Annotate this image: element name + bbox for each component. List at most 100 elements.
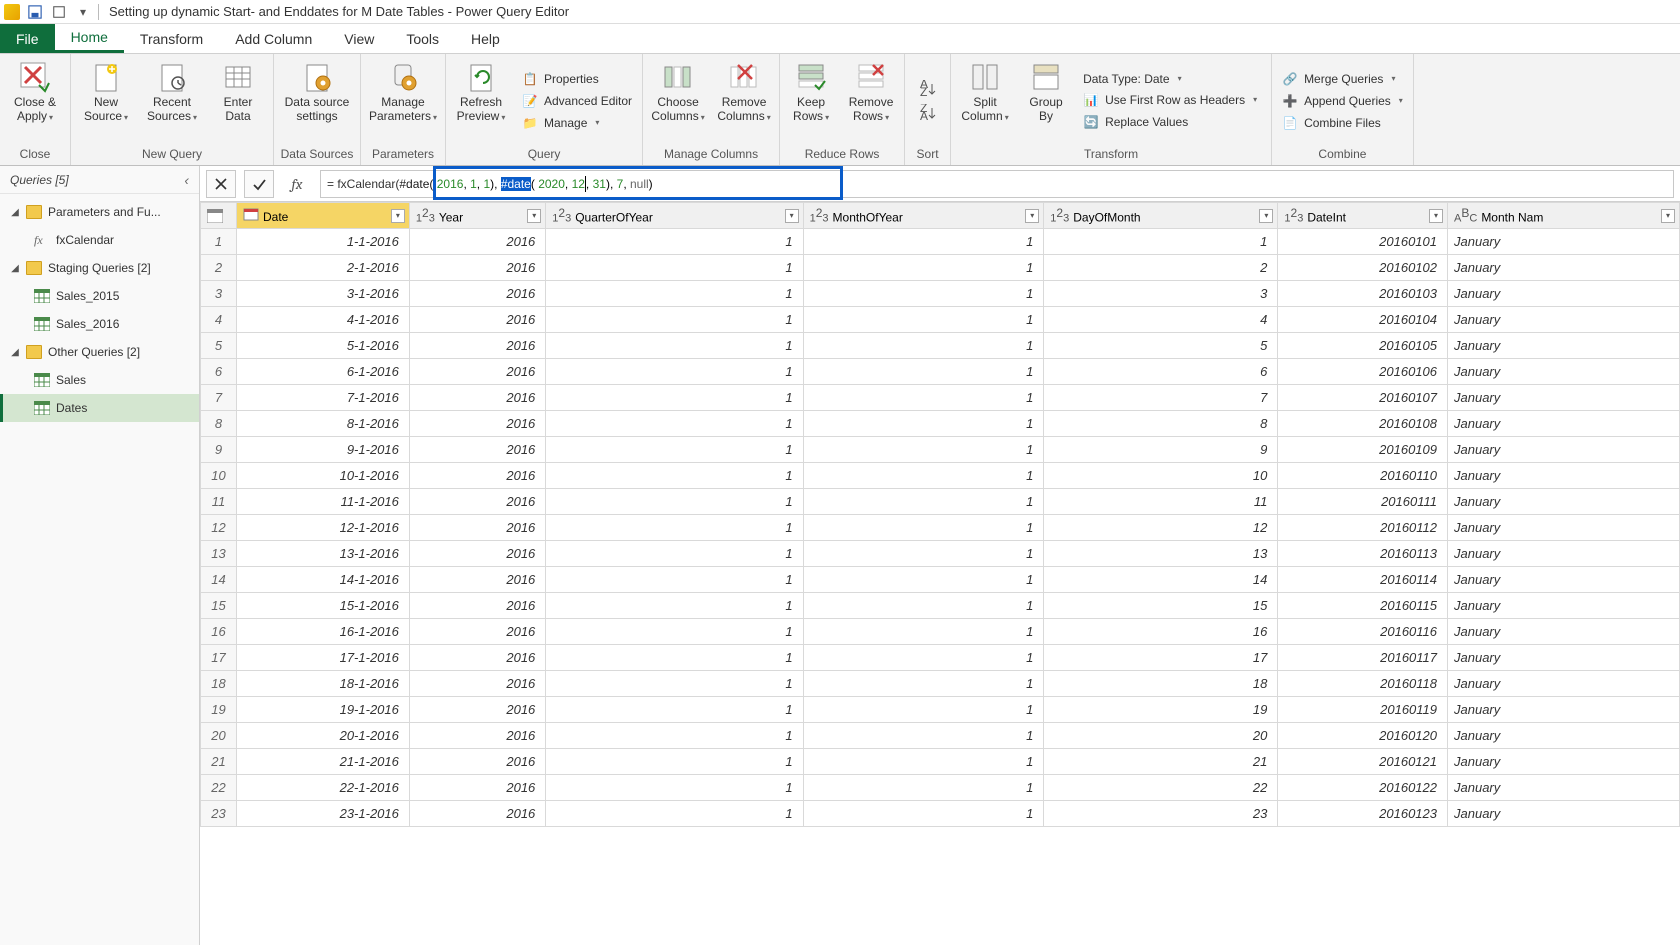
collapse-queries-icon[interactable]: ‹ xyxy=(184,172,189,188)
table-row[interactable]: 1111-1-20162016111120160111January xyxy=(201,489,1680,515)
row-number[interactable]: 19 xyxy=(201,697,237,723)
manage-parameters-button[interactable]: Manage Parameters▾ xyxy=(365,56,441,145)
enter-data-button[interactable]: Enter Data xyxy=(207,56,269,145)
remove-rows-button[interactable]: Remove Rows▾ xyxy=(842,56,900,145)
filter-icon[interactable]: ▾ xyxy=(391,209,405,223)
first-row-headers-button[interactable]: 📊Use First Row as Headers▾ xyxy=(1081,91,1263,109)
tree-item-sales_2016[interactable]: Sales_2016 xyxy=(0,310,199,338)
row-number[interactable]: 1 xyxy=(201,229,237,255)
row-number[interactable]: 3 xyxy=(201,281,237,307)
table-row[interactable]: 1414-1-20162016111420160114January xyxy=(201,567,1680,593)
row-number[interactable]: 16 xyxy=(201,619,237,645)
sort-asc-button[interactable]: AZ xyxy=(916,78,940,100)
table-row[interactable]: 88-1-2016201611820160108January xyxy=(201,411,1680,437)
tree-item-sales[interactable]: Sales xyxy=(0,366,199,394)
row-number[interactable]: 2 xyxy=(201,255,237,281)
data-grid[interactable]: Date▾123Year▾123QuarterOfYear▾123MonthOf… xyxy=(200,202,1680,945)
sort-desc-button[interactable]: ZA xyxy=(916,102,940,124)
tree-item-dates[interactable]: Dates xyxy=(0,394,199,422)
tree-group[interactable]: ◢Other Queries [2] xyxy=(0,338,199,366)
tree-group[interactable]: ◢Staging Queries [2] xyxy=(0,254,199,282)
table-row[interactable]: 44-1-2016201611420160104January xyxy=(201,307,1680,333)
table-row[interactable]: 2323-1-20162016112320160123January xyxy=(201,801,1680,827)
tab-transform[interactable]: Transform xyxy=(124,24,219,53)
column-header-dateint[interactable]: 123DateInt▾ xyxy=(1278,203,1448,229)
tree-item-sales_2015[interactable]: Sales_2015 xyxy=(0,282,199,310)
tab-file[interactable]: File xyxy=(0,24,55,53)
table-row[interactable]: 22-1-2016201611220160102January xyxy=(201,255,1680,281)
tab-view[interactable]: View xyxy=(328,24,390,53)
save-icon[interactable] xyxy=(26,3,44,21)
recent-sources-button[interactable]: Recent Sources▾ xyxy=(141,56,203,145)
row-number[interactable]: 12 xyxy=(201,515,237,541)
table-row[interactable]: 1717-1-20162016111720160117January xyxy=(201,645,1680,671)
row-number[interactable]: 6 xyxy=(201,359,237,385)
type-icon[interactable]: 123 xyxy=(1284,206,1303,225)
data-source-settings-button[interactable]: Data source settings xyxy=(278,56,356,145)
choose-columns-button[interactable]: Choose Columns▾ xyxy=(647,56,709,145)
filter-icon[interactable]: ▾ xyxy=(1025,209,1039,223)
tab-tools[interactable]: Tools xyxy=(390,24,455,53)
split-column-button[interactable]: Split Column▾ xyxy=(955,56,1015,145)
tree-item-fxcalendar[interactable]: fxfxCalendar xyxy=(0,226,199,254)
row-number[interactable]: 5 xyxy=(201,333,237,359)
filter-icon[interactable]: ▾ xyxy=(785,209,799,223)
group-by-button[interactable]: Group By xyxy=(1019,56,1073,145)
row-number[interactable]: 11 xyxy=(201,489,237,515)
undo-icon[interactable] xyxy=(50,3,68,21)
row-number[interactable]: 22 xyxy=(201,775,237,801)
row-number[interactable]: 14 xyxy=(201,567,237,593)
table-row[interactable]: 33-1-2016201611320160103January xyxy=(201,281,1680,307)
column-header-month nam[interactable]: ABCMonth Nam▾ xyxy=(1448,203,1680,229)
type-icon[interactable]: 123 xyxy=(810,206,829,225)
table-row[interactable]: 1212-1-20162016111220160112January xyxy=(201,515,1680,541)
merge-queries-button[interactable]: 🔗Merge Queries▾ xyxy=(1280,70,1405,88)
filter-icon[interactable]: ▾ xyxy=(1429,209,1443,223)
tab-home[interactable]: Home xyxy=(55,24,124,53)
refresh-preview-button[interactable]: Refresh Preview▾ xyxy=(450,56,512,145)
table-row[interactable]: 77-1-2016201611720160107January xyxy=(201,385,1680,411)
advanced-editor-button[interactable]: 📝Advanced Editor xyxy=(520,92,634,110)
table-row[interactable]: 99-1-2016201611920160109January xyxy=(201,437,1680,463)
type-icon[interactable] xyxy=(243,207,259,221)
combine-files-button[interactable]: 📄Combine Files xyxy=(1280,114,1405,132)
row-number[interactable]: 9 xyxy=(201,437,237,463)
new-source-button[interactable]: New Source▾ xyxy=(75,56,137,145)
table-row[interactable]: 2222-1-20162016112220160122January xyxy=(201,775,1680,801)
row-number[interactable]: 23 xyxy=(201,801,237,827)
remove-columns-button[interactable]: Remove Columns▾ xyxy=(713,56,775,145)
column-header-date[interactable]: Date▾ xyxy=(237,203,410,229)
table-row[interactable]: 1818-1-20162016111820160118January xyxy=(201,671,1680,697)
column-header-year[interactable]: 123Year▾ xyxy=(409,203,545,229)
column-header-monthofyear[interactable]: 123MonthOfYear▾ xyxy=(803,203,1044,229)
table-row[interactable]: 2020-1-20162016112020160120January xyxy=(201,723,1680,749)
type-icon[interactable]: 123 xyxy=(416,206,435,225)
properties-button[interactable]: 📋Properties xyxy=(520,70,634,88)
type-icon[interactable]: 123 xyxy=(1050,206,1069,225)
table-row[interactable]: 11-1-2016201611120160101January xyxy=(201,229,1680,255)
tree-group[interactable]: ◢Parameters and Fu... xyxy=(0,198,199,226)
formula-input[interactable]: = fxCalendar( #date( 2016 , 1 , 1 ), #da… xyxy=(320,170,1674,198)
tab-add-column[interactable]: Add Column xyxy=(219,24,328,53)
row-number[interactable]: 7 xyxy=(201,385,237,411)
table-menu-button[interactable] xyxy=(201,203,237,229)
tab-help[interactable]: Help xyxy=(455,24,516,53)
row-number[interactable]: 4 xyxy=(201,307,237,333)
row-number[interactable]: 17 xyxy=(201,645,237,671)
filter-icon[interactable]: ▾ xyxy=(1661,209,1675,223)
table-row[interactable]: 66-1-2016201611620160106January xyxy=(201,359,1680,385)
qat-dropdown-icon[interactable]: ▾ xyxy=(74,3,92,21)
table-row[interactable]: 1010-1-20162016111020160110January xyxy=(201,463,1680,489)
filter-icon[interactable]: ▾ xyxy=(1259,209,1273,223)
row-number[interactable]: 10 xyxy=(201,463,237,489)
table-row[interactable]: 1616-1-20162016111620160116January xyxy=(201,619,1680,645)
row-number[interactable]: 15 xyxy=(201,593,237,619)
append-queries-button[interactable]: ➕Append Queries▾ xyxy=(1280,92,1405,110)
cancel-formula-button[interactable] xyxy=(206,170,236,198)
close-apply-button[interactable]: Close & Apply▾ xyxy=(4,56,66,145)
data-type-button[interactable]: Data Type: Date▾ xyxy=(1081,71,1263,87)
keep-rows-button[interactable]: Keep Rows▾ xyxy=(784,56,838,145)
row-number[interactable]: 13 xyxy=(201,541,237,567)
filter-icon[interactable]: ▾ xyxy=(527,209,541,223)
column-header-dayofmonth[interactable]: 123DayOfMonth▾ xyxy=(1044,203,1278,229)
